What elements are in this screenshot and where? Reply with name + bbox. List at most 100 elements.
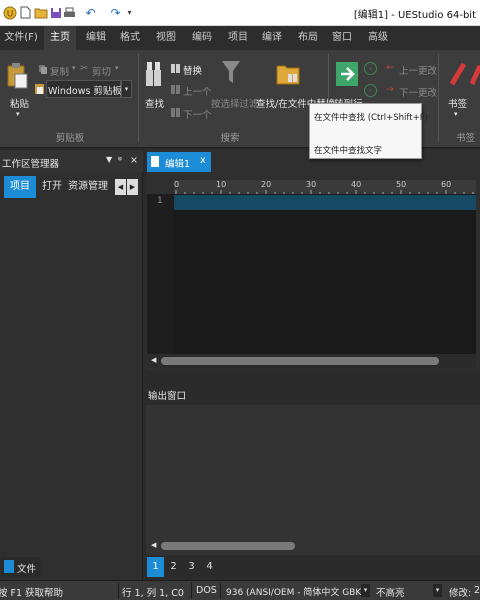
group-label-clipboard: 剪贴板 [55,133,85,144]
find-binoculars-icon[interactable] [145,60,163,93]
scrollbar-thumb[interactable] [161,542,295,550]
print-icon[interactable] [62,5,77,20]
workspace-manager-title: 工作区管理器 [2,159,60,170]
ruler-label: 40 [351,180,362,189]
prev-change-button[interactable]: 上一更改 [399,63,437,77]
current-line-highlight [174,195,476,210]
bookmarks-button[interactable]: 书签 [448,96,467,110]
tab-file[interactable]: 文件(F) [2,26,40,50]
cut-dropdown-icon[interactable]: ▾ [115,64,119,72]
undo-icon[interactable]: ↶ [83,5,98,20]
app-logo-icon: U [2,5,17,20]
menu-item-find-in-files[interactable]: 在文件中查找 (Ctrl+Shift+F) [314,111,428,123]
encoding-dropdown-icon[interactable]: ▾ [361,584,370,597]
close-icon[interactable]: × [130,155,138,166]
pin-icon[interactable]: ᵠ [118,155,122,166]
find-button[interactable]: 查找 [145,96,164,110]
quick-access-dropdown-icon[interactable]: ▾ [122,5,137,20]
workspace-manager-panel [0,150,143,580]
open-folder-icon[interactable] [33,5,48,20]
status-divider [220,583,221,599]
highlight-dropdown-icon[interactable]: ▾ [433,584,442,597]
tab-window[interactable]: 窗口 [326,26,358,50]
scrollbar-thumb[interactable] [161,357,439,365]
ruler: 0 10 20 30 40 50 60 [174,180,476,194]
status-line-ending[interactable]: DOS [196,585,217,596]
ruler-label: 10 [216,180,227,189]
ruler-label: 0 [174,180,180,189]
tab-layout[interactable]: 布局 [292,26,324,50]
new-file-icon[interactable] [18,5,33,20]
filter-funnel-icon[interactable] [221,60,241,89]
group-label-bookmarks: 书签 [456,133,476,144]
bookmark-icon[interactable] [448,60,468,91]
replace-icon[interactable] [170,63,182,78]
panel-menu-icon[interactable]: ▼ [106,155,112,164]
output-page-tab[interactable]: 4 [201,557,218,577]
prev-change-arrow-icon[interactable]: ← [386,62,394,73]
status-bar: 按 F1 获取帮助 行 1, 列 1, C0 DOS 936 (ANSI/OEM… [0,580,480,600]
status-divider [118,583,119,599]
filter-button[interactable]: 按选择过滤 [211,96,259,110]
editor-horizontal-scrollbar[interactable]: ◀ [147,354,476,368]
replace-button[interactable]: 替换 [183,63,202,77]
paste-dropdown-icon[interactable]: ▾ [16,110,20,118]
find-next-icon[interactable] [170,107,182,122]
files-button[interactable]: 文件 [1,557,41,577]
output-horizontal-scrollbar[interactable]: ◀ [147,539,476,553]
find-prev-button[interactable]: 上一个 [183,84,212,98]
copy-dropdown-icon[interactable]: ▾ [72,64,76,72]
bookmark-more-icon[interactable] [469,60,480,91]
menu-item-find-text-in-files[interactable]: 在文件中查找文字 [314,144,382,156]
tab-format[interactable]: 格式 [114,26,146,50]
nav-forward-icon[interactable]: › [364,84,377,97]
ribbon-tabs: 文件(F) 主页 编辑 格式 视图 编码 项目 编译 布局 窗口 高级 [0,26,480,50]
clipboard-select[interactable]: Windows 剪贴板 [46,80,122,98]
status-highlight-mode[interactable]: 不高亮 [376,585,405,599]
scroll-left-icon[interactable]: ◀ [151,541,156,549]
save-icon[interactable] [48,5,63,20]
clipboard-select-dropdown-icon[interactable]: ▾ [121,80,132,98]
group-divider [438,54,439,142]
group-label-search: 搜索 [220,133,240,144]
next-change-button[interactable]: 下一更改 [399,85,437,99]
text-editor[interactable] [174,194,476,354]
document-tab[interactable]: 编辑1 x [147,152,211,172]
copy-icon[interactable] [38,64,48,78]
tab-view[interactable]: 视图 [150,26,182,50]
tab-compile[interactable]: 编译 [256,26,288,50]
tab-scroll-left-icon[interactable]: ◀ [115,179,126,195]
paste-button[interactable]: 粘贴 [10,96,29,110]
tab-open[interactable]: 打开 [38,176,66,198]
find-in-files-folder-icon[interactable] [276,60,300,91]
goto-line-icon[interactable] [336,62,358,86]
cut-icon[interactable]: ✂ [80,63,88,74]
tab-explorer[interactable]: 资源管理器 [68,176,116,198]
output-page-tab[interactable]: 1 [147,557,164,577]
tab-projects[interactable]: 项目 [4,176,36,198]
tab-encoding[interactable]: 编码 [186,26,218,50]
bookmarks-dropdown-icon[interactable]: ▾ [454,110,458,118]
tab-project[interactable]: 项目 [222,26,254,50]
output-window-title: 输出窗口 [148,391,187,402]
output-page-tab[interactable]: 3 [183,557,200,577]
tab-scroll-right-icon[interactable]: ▶ [127,179,138,195]
scroll-left-icon[interactable]: ◀ [151,356,156,364]
paste-icon[interactable] [6,62,28,95]
status-help-text: 按 F1 获取帮助 [0,588,64,599]
close-tab-icon[interactable]: x [200,155,206,166]
status-encoding[interactable]: 936 (ANSI/OEM - 简体中文 GBK) [226,585,365,598]
nav-back-icon[interactable]: ‹ [364,62,377,75]
output-page-tab[interactable]: 2 [165,557,182,577]
tab-advanced[interactable]: 高级 [362,26,394,50]
find-next-button[interactable]: 下一个 [183,107,212,121]
next-change-arrow-icon[interactable]: → [386,84,394,95]
status-modified-label: 修改: [449,588,472,599]
copy-button[interactable]: 复制 [50,64,69,78]
ruler-label: 20 [261,180,272,189]
tab-edit[interactable]: 编辑 [80,26,112,50]
redo-icon[interactable]: ↷ [108,5,123,20]
tab-home[interactable]: 主页 [44,26,76,50]
find-prev-icon[interactable] [170,84,182,99]
cut-button[interactable]: 剪切 [92,64,111,78]
